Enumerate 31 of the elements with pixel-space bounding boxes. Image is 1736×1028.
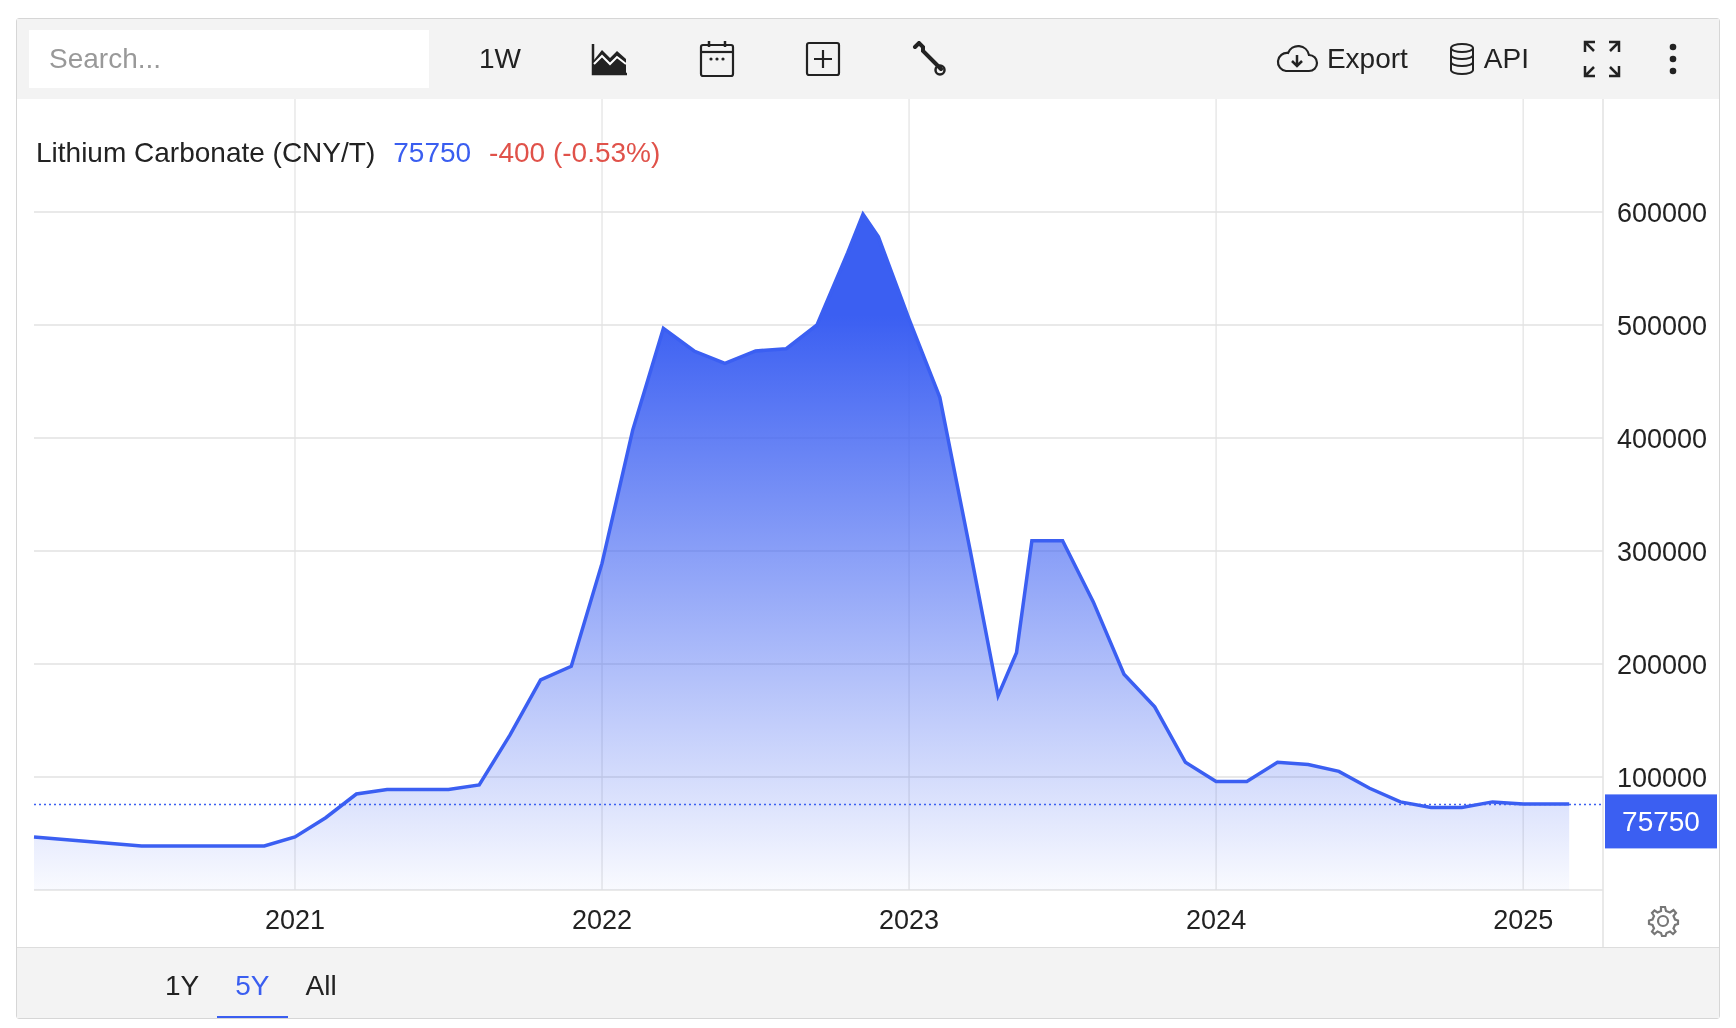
- y-tick-label: 100000: [1617, 763, 1708, 793]
- api-button[interactable]: API: [1437, 36, 1539, 82]
- expand-icon: [1583, 40, 1621, 78]
- x-tick-label: 2022: [572, 905, 633, 935]
- cloud-download-icon: [1274, 44, 1319, 74]
- x-tick-label: 2025: [1493, 905, 1554, 935]
- interval-button[interactable]: 1W: [469, 37, 531, 81]
- range-tab[interactable]: 5Y: [217, 948, 288, 1018]
- settings-icon[interactable]: [1647, 905, 1680, 938]
- search-field[interactable]: Search...: [29, 30, 429, 88]
- calendar-icon: [699, 40, 735, 78]
- price-change: -400 (-0.53%): [489, 137, 661, 169]
- mountain-chart-icon: [591, 42, 629, 76]
- x-tick-label: 2024: [1186, 905, 1247, 935]
- y-tick-label: 200000: [1617, 650, 1708, 680]
- range-tab[interactable]: 1Y: [147, 948, 218, 1018]
- range-tab[interactable]: All: [287, 948, 355, 1018]
- plus-box-icon: [805, 41, 841, 77]
- y-tick-label: 400000: [1617, 424, 1708, 454]
- current-price: 75750: [393, 137, 472, 169]
- database-icon: [1447, 42, 1476, 76]
- x-tick-label: 2023: [879, 905, 940, 935]
- chart-title: Lithium Carbonate (CNY/T): [36, 137, 376, 169]
- x-tick-label: 2021: [264, 905, 326, 935]
- y-tick-label: 500000: [1617, 311, 1708, 341]
- wrench-icon: [911, 41, 947, 77]
- kebab-menu-icon: [1669, 43, 1677, 75]
- last-price-value: 75750: [1622, 806, 1700, 838]
- export-button[interactable]: Export: [1264, 37, 1418, 81]
- y-tick-label: 600000: [1617, 198, 1708, 228]
- y-tick-label: 300000: [1617, 537, 1708, 567]
